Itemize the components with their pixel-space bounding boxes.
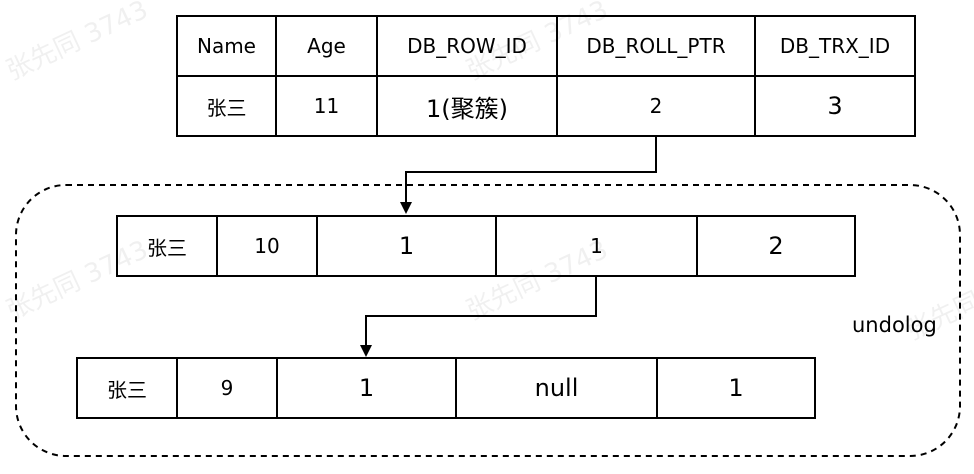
undo2-trx-id: 1	[658, 359, 816, 419]
cell-age: 11	[277, 77, 378, 137]
arrow-undo1-to-undo2	[360, 276, 597, 357]
undo1-row-id: 1	[318, 217, 497, 277]
undo2-row-id: 1	[278, 359, 457, 419]
cell-db-row-id: 1(聚簇)	[378, 77, 558, 137]
undo2-name: 张三	[78, 359, 178, 419]
header-db-trx-id: DB_TRX_ID	[756, 17, 916, 77]
header-name: Name	[178, 17, 277, 77]
header-db-row-id: DB_ROW_ID	[378, 17, 558, 77]
undo2-age: 9	[178, 359, 278, 419]
header-db-roll-ptr: DB_ROLL_PTR	[558, 17, 756, 77]
header-age: Age	[277, 17, 378, 77]
cell-db-trx-id: 3	[756, 77, 916, 137]
main-table: Name Age DB_ROW_ID DB_ROLL_PTR DB_TRX_ID…	[176, 15, 916, 137]
undo1-age: 10	[218, 217, 318, 277]
undo-record-1: 张三 10 1 1 2	[116, 215, 856, 277]
cell-name: 张三	[178, 77, 277, 137]
arrow-main-to-undo1	[400, 137, 657, 214]
undolog-label: undolog	[852, 313, 937, 337]
cell-db-roll-ptr: 2	[558, 77, 756, 137]
undo1-name: 张三	[118, 217, 218, 277]
undo2-roll-ptr: null	[457, 359, 658, 419]
undo1-trx-id: 2	[698, 217, 856, 277]
undo-record-2: 张三 9 1 null 1	[76, 357, 816, 419]
undo1-roll-ptr: 1	[497, 217, 698, 277]
